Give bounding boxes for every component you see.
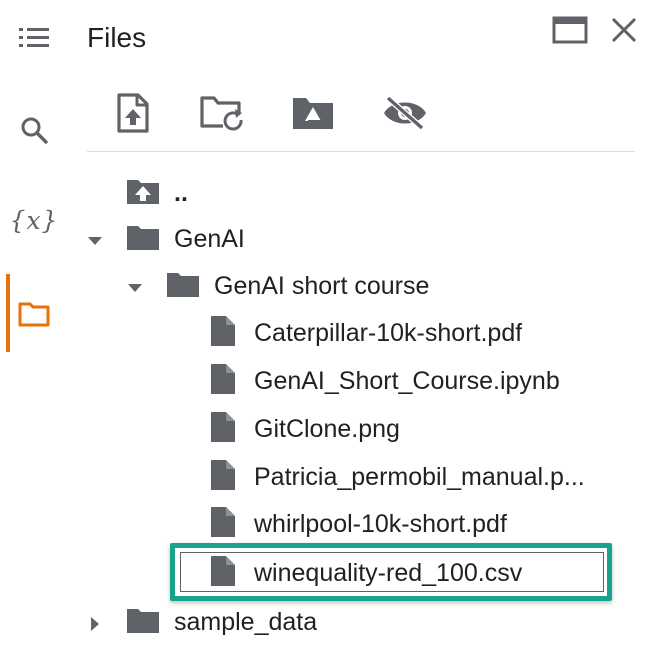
search-icon[interactable] <box>14 110 54 150</box>
toolbar-divider <box>87 151 635 152</box>
parent-folder-label: .. <box>174 178 188 207</box>
tree-file-row[interactable]: whirlpool-10k-short.pdf <box>210 504 507 544</box>
file-label: Caterpillar-10k-short.pdf <box>254 318 523 347</box>
folder-icon <box>126 606 160 639</box>
folder-label-genai-short-course: GenAI short course <box>214 271 430 300</box>
upload-file-icon[interactable] <box>108 88 158 138</box>
active-indicator <box>6 274 10 352</box>
folder-up-icon <box>126 177 160 210</box>
chevron-down-icon[interactable] <box>125 278 145 298</box>
open-in-tab-icon[interactable] <box>550 10 590 50</box>
tree-folder-genai-short-course[interactable]: GenAI short course <box>166 266 429 306</box>
files-panel: {x} Files .. GenAI GenAI short course Ca… <box>0 0 662 664</box>
tree-folder-genai[interactable]: GenAI <box>126 219 245 259</box>
file-label: GenAI_Short_Course.ipynb <box>254 366 560 395</box>
tree-file-row[interactable]: Patricia_permobil_manual.p... <box>210 457 625 497</box>
file-icon <box>210 459 236 496</box>
page-title: Files <box>87 22 147 53</box>
file-icon <box>210 315 236 352</box>
tree-file-row[interactable]: GenAI_Short_Course.ipynb <box>210 361 560 401</box>
folder-icon[interactable] <box>14 294 54 334</box>
tree-file-row[interactable]: Caterpillar-10k-short.pdf <box>210 313 522 353</box>
file-icon <box>210 506 236 543</box>
tree-folder-sample-data[interactable]: sample_data <box>126 602 317 642</box>
mount-drive-icon[interactable] <box>288 88 338 138</box>
file-icon <box>210 555 236 592</box>
refresh-folder-icon[interactable] <box>197 88 247 138</box>
variables-glyph: {x} <box>9 205 59 235</box>
folder-label-sample-data: sample_data <box>174 607 318 636</box>
tree-file-row-selected[interactable]: winequality-red_100.csv <box>210 553 522 593</box>
file-label: whirlpool-10k-short.pdf <box>254 509 507 538</box>
folder-label-genai: GenAI <box>174 224 245 253</box>
close-icon[interactable] <box>604 10 644 50</box>
folder-icon <box>166 270 200 303</box>
chevron-right-icon[interactable] <box>85 614 105 634</box>
table-of-contents-icon[interactable] <box>14 18 54 58</box>
parent-folder-row[interactable]: .. <box>126 173 188 213</box>
variables-icon[interactable]: {x} <box>10 200 58 240</box>
file-icon <box>210 411 236 448</box>
folder-icon <box>126 223 160 256</box>
tree-file-row[interactable]: GitClone.png <box>210 409 400 449</box>
file-label: winequality-red_100.csv <box>254 558 523 587</box>
hide-hidden-files-icon[interactable] <box>380 88 430 138</box>
file-label: Patricia_permobil_manual.p... <box>254 462 585 491</box>
chevron-down-icon[interactable] <box>85 231 105 251</box>
file-label: GitClone.png <box>254 414 400 443</box>
file-icon <box>210 363 236 400</box>
